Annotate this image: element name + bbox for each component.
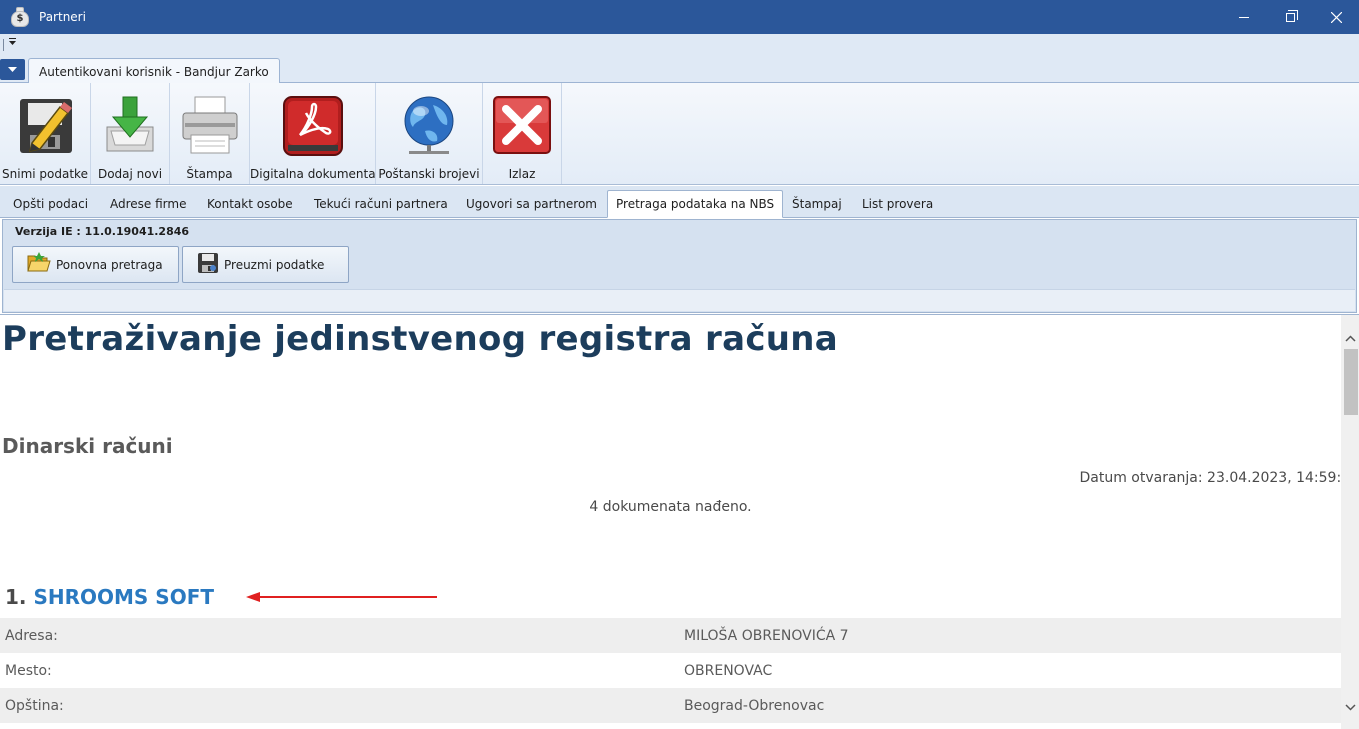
tab-partner-contracts[interactable]: Ugovori sa partnerom: [458, 190, 605, 218]
chevron-down-icon: [1344, 703, 1356, 711]
company-info-table: Adresa: MILOŠA OBRENOVIĆA 7 Mesto: OBREN…: [0, 618, 1341, 723]
section-title: Dinarski računi: [2, 434, 173, 458]
row-label: Adresa:: [5, 627, 58, 644]
chevron-down-icon: [8, 67, 17, 72]
save-disk-icon: [197, 252, 219, 277]
postal-codes-button[interactable]: Poštanski brojevi: [376, 83, 483, 184]
results-count: 4 dokumenata nađeno.: [589, 499, 752, 515]
print-button[interactable]: Štampa: [170, 83, 250, 184]
row-value: MILOŠA OBRENOVIĆA 7: [684, 627, 849, 644]
ribbon-tab-row: Autentikovani korisnik - Bandjur Zarko: [0, 56, 1359, 84]
tab-contact-persons[interactable]: Kontakt osobe: [199, 190, 301, 218]
result-heading: 1. SHROOMS SOFT: [5, 585, 214, 609]
tab-partner-accounts[interactable]: Tekući računi partnera: [306, 190, 456, 218]
page-title: Pretraživanje jedinstvenog registra raču…: [2, 319, 839, 359]
ribbon-tab-user[interactable]: Autentikovani korisnik - Bandjur Zarko: [28, 58, 280, 84]
table-row: Mesto: OBRENOVAC: [0, 653, 1341, 688]
printer-icon: [179, 95, 241, 158]
result-index: 1.: [5, 585, 27, 609]
qat-separator: [3, 39, 4, 51]
tab-company-addresses[interactable]: Adrese firme: [102, 190, 194, 218]
download-data-label: Preuzmi podatke: [224, 257, 325, 272]
row-value: Beograd-Obrenovac: [684, 697, 825, 714]
close-button[interactable]: [1313, 0, 1359, 34]
row-label: Opština:: [5, 697, 64, 714]
download-data-button[interactable]: Preuzmi podatke: [182, 246, 349, 283]
search-again-button[interactable]: Ponovna pretraga: [12, 246, 179, 283]
vertical-scrollbar[interactable]: [1341, 315, 1359, 729]
scrollbar-thumb[interactable]: [1344, 349, 1358, 415]
restore-icon: [1285, 9, 1298, 22]
tab-print[interactable]: Štampaj: [784, 190, 850, 218]
pdf-icon: [282, 95, 344, 160]
opened-date: Datum otvaranja: 23.04.2023, 14:59:49: [1079, 470, 1341, 486]
save-icon: [14, 95, 76, 160]
print-label: Štampa: [186, 167, 233, 181]
digital-documents-label: Digitalna dokumenta: [250, 167, 376, 181]
table-row: Adresa: MILOŠA OBRENOVIĆA 7: [0, 618, 1341, 653]
panel-status-strip: [4, 289, 1355, 311]
save-data-label: Snimi podatke: [2, 167, 88, 181]
chevron-up-icon: [1344, 334, 1356, 342]
restore-button[interactable]: [1267, 0, 1313, 34]
postal-codes-label: Poštanski brojevi: [378, 167, 480, 181]
download-icon: [101, 95, 159, 158]
minimize-icon: [1239, 16, 1249, 18]
close-icon: [1330, 11, 1342, 23]
tab-strip: Opšti podaci Adrese firme Kontakt osobe …: [0, 186, 1359, 218]
add-new-button[interactable]: Dodaj novi: [91, 83, 170, 184]
window-title: Partneri: [39, 10, 86, 24]
minimize-button[interactable]: [1221, 0, 1267, 34]
company-name-link[interactable]: SHROOMS SOFT: [33, 585, 214, 609]
title-bar: $ Partneri: [0, 0, 1359, 34]
qat-customize-button[interactable]: [9, 38, 16, 48]
add-new-label: Dodaj novi: [97, 167, 163, 181]
save-data-button[interactable]: Snimi podatke: [0, 83, 91, 184]
table-row: Opština: Beograd-Obrenovac: [0, 688, 1341, 723]
ribbon-body: Snimi podatke Dodaj novi Štampa Digitaln…: [0, 83, 1359, 185]
nbs-search-panel: Verzija IE : 11.0.19041.2846 Ponovna pre…: [2, 219, 1357, 313]
row-label: Mesto:: [5, 662, 52, 679]
red-arrow-annotation: [246, 592, 437, 602]
row-value: OBRENOVAC: [684, 662, 773, 679]
ie-version-label: Verzija IE : 11.0.19041.2846: [15, 225, 190, 238]
digital-documents-button[interactable]: Digitalna dokumenta: [250, 83, 376, 184]
tab-general-data[interactable]: Opšti podaci: [5, 190, 96, 218]
search-again-label: Ponovna pretraga: [56, 257, 163, 272]
quick-access-toolbar: [0, 34, 1359, 56]
tab-check-list[interactable]: List provera: [854, 190, 941, 218]
application-menu-button[interactable]: [0, 59, 25, 80]
chevron-down-icon: [9, 38, 16, 45]
money-bag-icon: $: [9, 6, 31, 28]
web-browser-view[interactable]: Pretraživanje jedinstvenog registra raču…: [0, 314, 1359, 729]
folder-open-icon: [27, 252, 51, 277]
globe-icon: [399, 95, 459, 160]
scroll-down-button[interactable]: [1341, 698, 1359, 716]
exit-icon: [492, 95, 552, 158]
tab-nbs-search[interactable]: Pretraga podataka na NBS: [607, 190, 784, 218]
scroll-up-button[interactable]: [1341, 329, 1359, 347]
exit-label: Izlaz: [508, 167, 536, 181]
exit-button[interactable]: Izlaz: [483, 83, 562, 184]
